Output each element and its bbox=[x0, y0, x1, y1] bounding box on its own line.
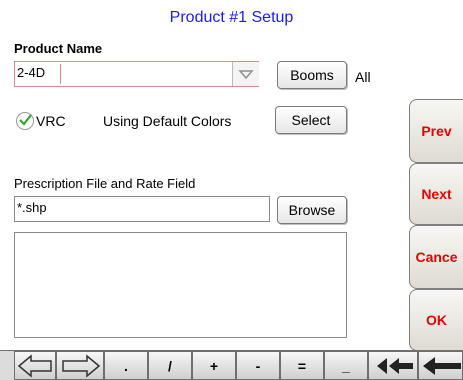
browse-button[interactable]: Browse bbox=[277, 196, 347, 224]
prescription-label: Prescription File and Rate Field bbox=[14, 176, 196, 191]
vrc-checkbox[interactable] bbox=[16, 112, 34, 130]
vrc-label: VRC bbox=[36, 113, 66, 129]
color-status-text: Using Default Colors bbox=[103, 113, 232, 129]
chevron-down-icon bbox=[238, 70, 254, 80]
key-slash[interactable]: / bbox=[148, 351, 192, 380]
cursor-right-key[interactable] bbox=[56, 351, 104, 380]
jump-left-key[interactable] bbox=[368, 351, 418, 380]
cursor-left-key[interactable] bbox=[14, 351, 56, 380]
backspace-arrow-icon bbox=[423, 357, 461, 375]
key-underscore[interactable]: _ bbox=[324, 351, 368, 380]
double-arrow-left-icon bbox=[377, 358, 413, 374]
arrow-right-icon bbox=[62, 354, 101, 378]
product-name-value: 2-4D bbox=[17, 65, 46, 80]
product-name-label: Product Name bbox=[14, 41, 103, 56]
backspace-key[interactable] bbox=[418, 351, 463, 380]
dropdown-toggle-button[interactable] bbox=[232, 62, 259, 86]
rate-field-list[interactable] bbox=[14, 232, 347, 338]
next-button[interactable]: Next bbox=[409, 163, 463, 225]
key-equals[interactable]: = bbox=[280, 351, 324, 380]
page-title: Product #1 Setup bbox=[169, 9, 294, 26]
cancel-button[interactable]: Cance bbox=[409, 225, 463, 289]
select-button[interactable]: Select bbox=[275, 106, 347, 134]
product-name-dropdown[interactable]: 2-4D bbox=[14, 61, 259, 87]
booms-button[interactable]: Booms bbox=[277, 61, 347, 89]
ok-button[interactable]: OK bbox=[409, 289, 463, 351]
key-minus[interactable]: - bbox=[236, 351, 280, 380]
prescription-file-input[interactable]: *.shp bbox=[14, 196, 270, 222]
prev-button[interactable]: Prev bbox=[409, 99, 463, 163]
key-plus[interactable]: + bbox=[192, 351, 236, 380]
arrow-left-icon bbox=[17, 354, 52, 378]
booms-value: All bbox=[355, 69, 371, 85]
input-divider bbox=[60, 64, 61, 84]
check-icon bbox=[19, 114, 32, 126]
keyboard-toolbar: . / + - = _ bbox=[0, 350, 463, 380]
key-period[interactable]: . bbox=[104, 351, 148, 380]
